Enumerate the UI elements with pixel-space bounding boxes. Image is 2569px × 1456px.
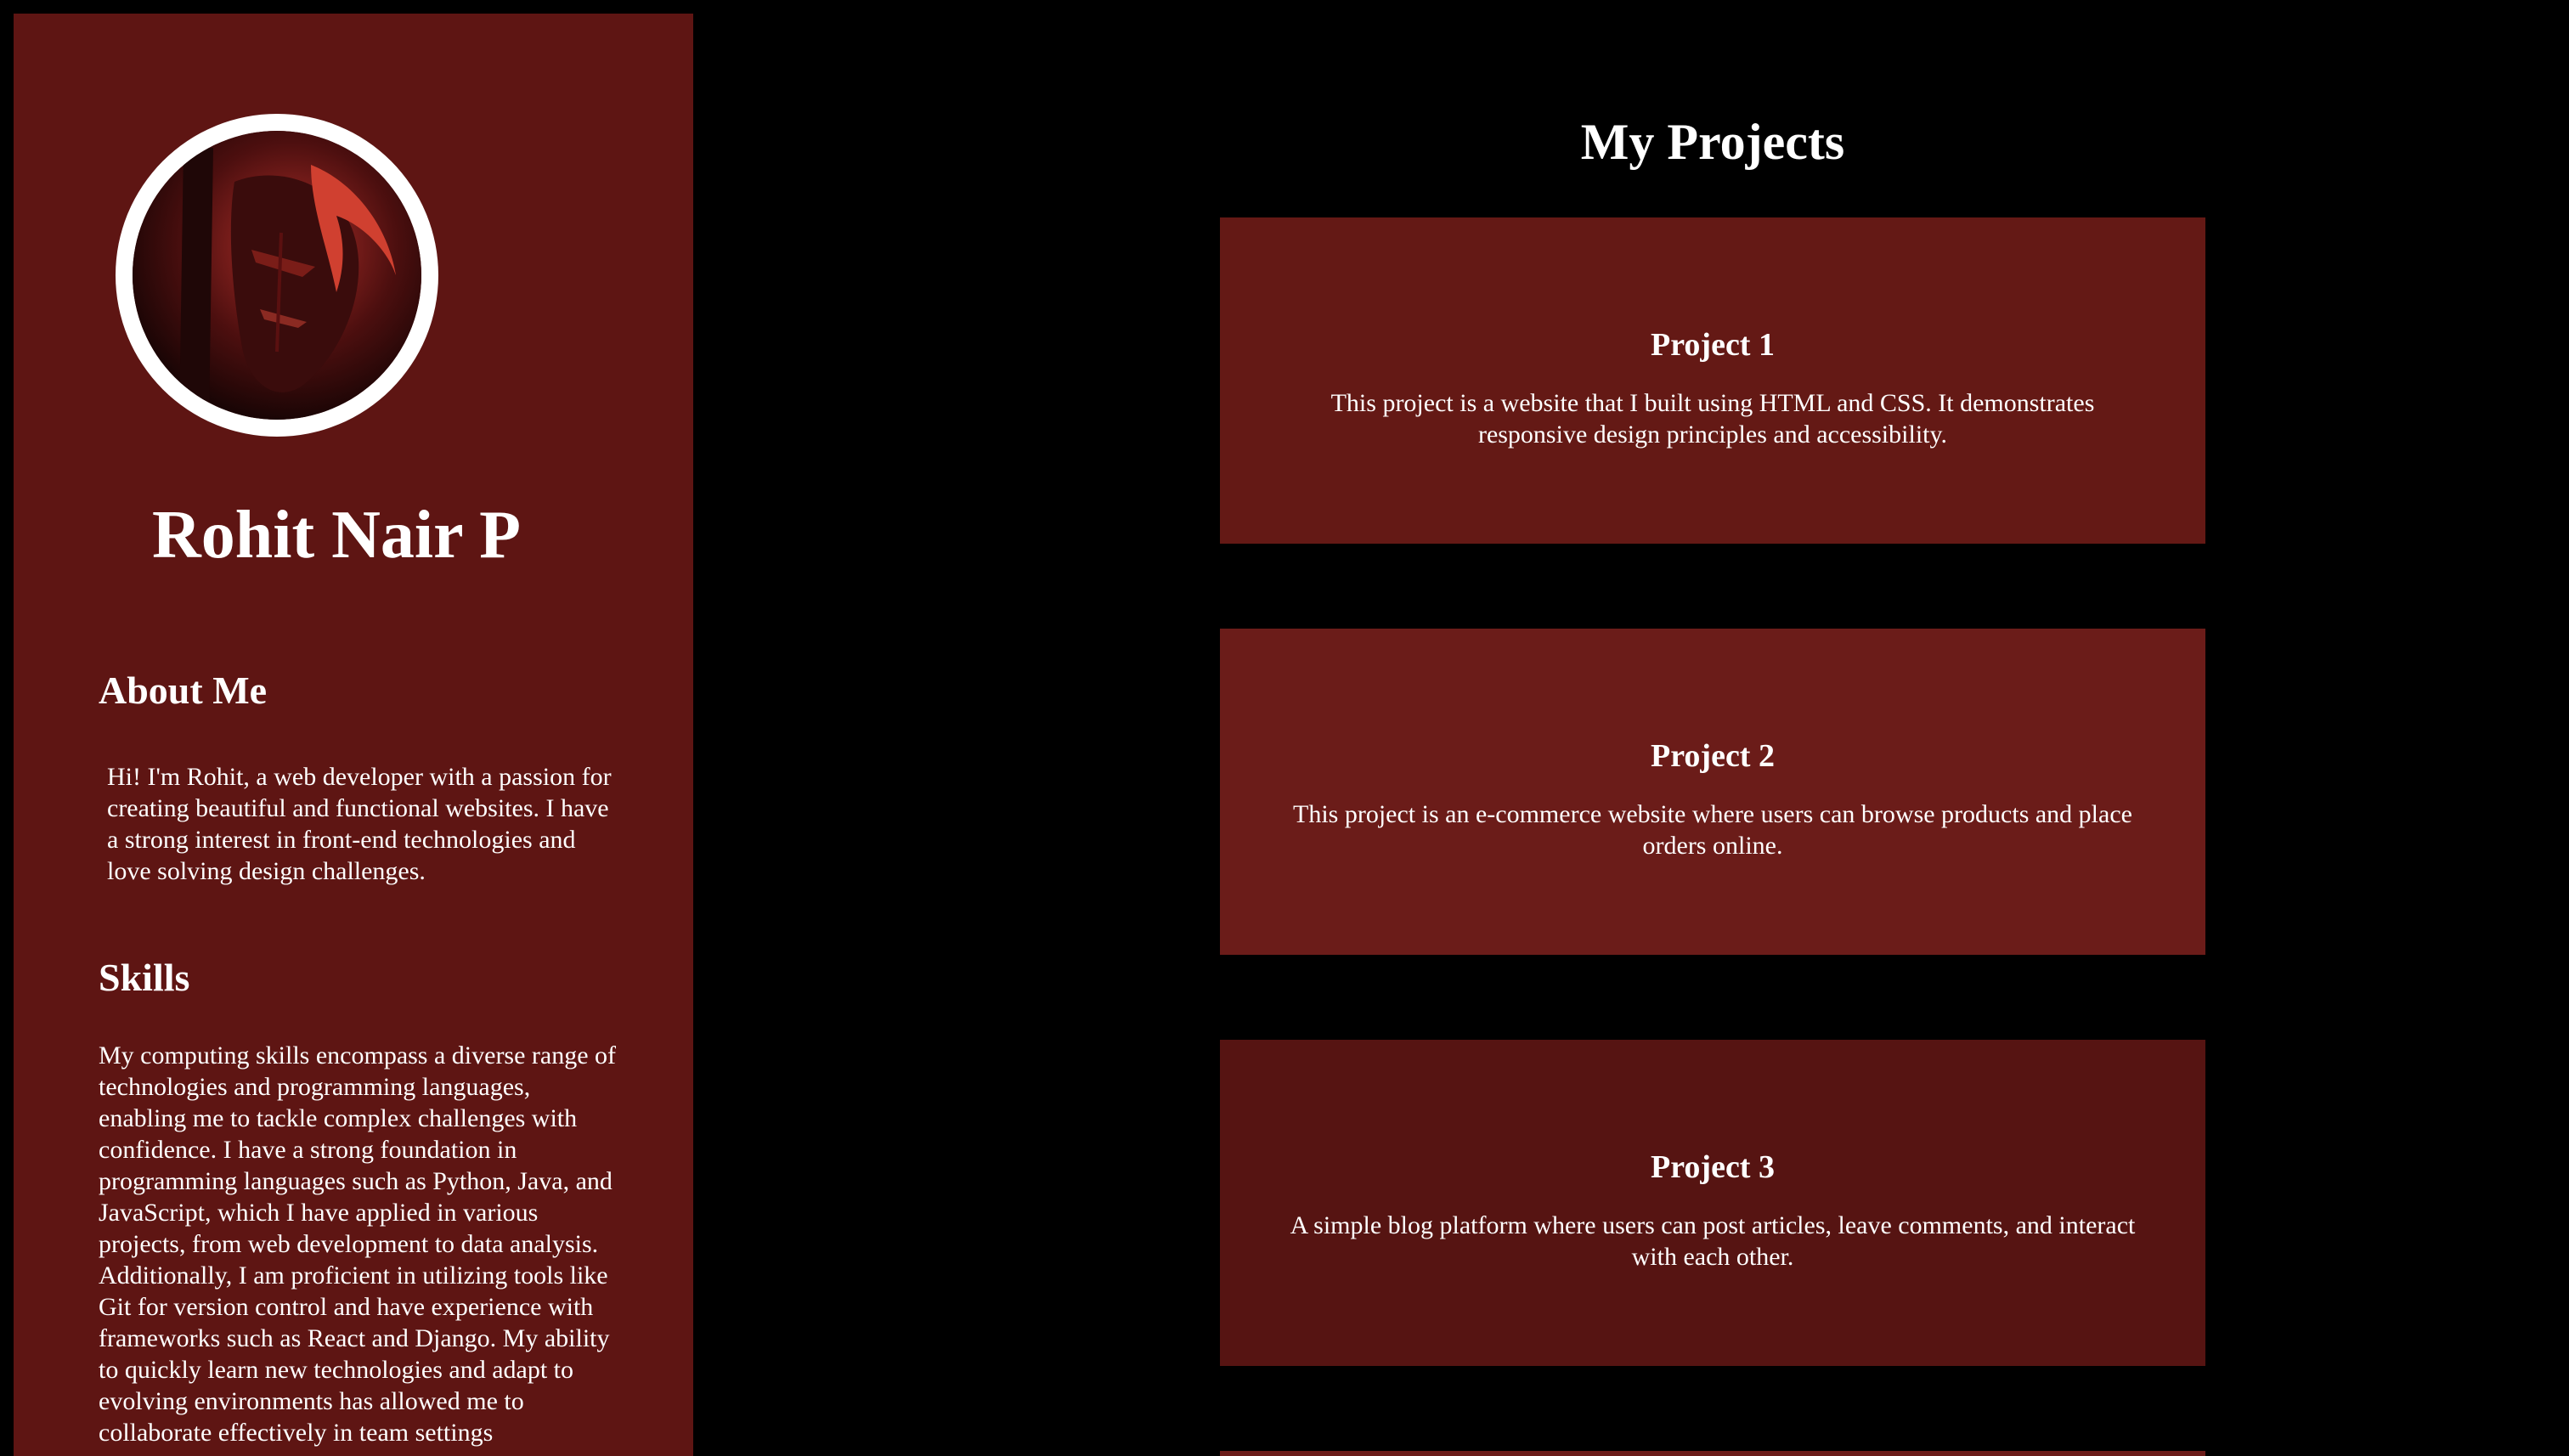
project-description: A simple blog platform where users can p… xyxy=(1290,1211,2136,1271)
project-title: Project 1 xyxy=(1651,327,1775,363)
avatar xyxy=(133,131,421,420)
profile-sidebar: Rohit Nair P About Me Hi! I'm Rohit, a w… xyxy=(14,14,693,1456)
project-description: This project is a website that I built u… xyxy=(1330,389,2095,449)
about-text: Hi! I'm Rohit, a web developer with a pa… xyxy=(107,763,612,885)
project-card: Project 1 This project is a website that… xyxy=(1220,217,2205,544)
projects-heading: My Projects xyxy=(1580,114,1845,170)
project-card: Project 3 A simple blog platform where u… xyxy=(1220,1040,2205,1366)
about-heading: About Me xyxy=(99,669,268,712)
portfolio-page: Rohit Nair P About Me Hi! I'm Rohit, a w… xyxy=(0,0,2569,1456)
project-card: Project 2 This project is an e-commerce … xyxy=(1220,629,2205,955)
project-card-partial xyxy=(1220,1451,2205,1456)
avatar-frame xyxy=(116,114,438,437)
avatar-portrait-image xyxy=(133,131,421,420)
profile-name: Rohit Nair P xyxy=(151,498,522,573)
project-title: Project 3 xyxy=(1651,1149,1775,1185)
skills-text: My computing skills encompass a diverse … xyxy=(99,1041,617,1447)
project-description: This project is an e-commerce website wh… xyxy=(1293,800,2132,860)
project-title: Project 2 xyxy=(1651,738,1775,774)
skills-heading: Skills xyxy=(99,956,190,999)
